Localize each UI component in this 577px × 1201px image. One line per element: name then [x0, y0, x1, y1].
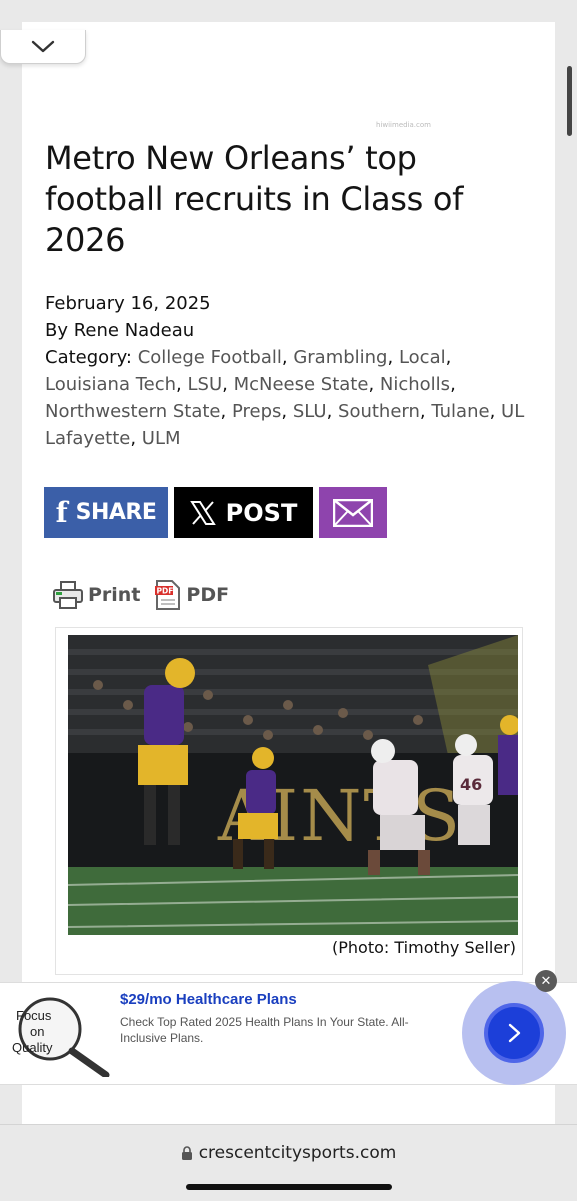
- watermark-text: hiwiimedia.com: [376, 121, 431, 129]
- article-meta: February 16, 2025 By Rene Nadeau Categor…: [45, 290, 525, 452]
- category-link[interactable]: Louisiana Tech: [45, 374, 176, 395]
- ad-description: Check Top Rated 2025 Health Plans In You…: [120, 1015, 409, 1045]
- category-link[interactable]: Northwestern State: [45, 401, 221, 422]
- share-buttons: f SHARE POST: [44, 487, 387, 538]
- category-link[interactable]: SLU: [293, 401, 327, 422]
- chevron-right-icon: [508, 1023, 521, 1043]
- category-link[interactable]: Preps: [232, 401, 281, 422]
- ad-close-button[interactable]: ✕: [535, 970, 557, 992]
- browser-address-bar: crescentcitysports.com: [0, 1124, 577, 1201]
- focus-on-quality-logo: Focus on Quality: [12, 997, 110, 1077]
- photo-caption: (Photo: Timothy Seller): [332, 938, 516, 957]
- print-tools: Print PDF PDF: [52, 580, 229, 610]
- close-icon: ✕: [540, 973, 552, 989]
- category-link[interactable]: Tulane: [431, 401, 489, 422]
- category-link[interactable]: College Football: [138, 347, 282, 368]
- address-field[interactable]: crescentcitysports.com: [0, 1143, 577, 1163]
- svg-text:on: on: [30, 1024, 44, 1039]
- email-share-button[interactable]: [319, 487, 387, 538]
- lock-icon: [181, 1145, 192, 1160]
- facebook-share-button[interactable]: f SHARE: [44, 487, 168, 538]
- status-bar-strip: [0, 0, 577, 22]
- svg-text:Focus: Focus: [16, 1008, 52, 1023]
- svg-text:Quality: Quality: [12, 1040, 53, 1055]
- football-game-image: AINTS 46: [68, 635, 518, 935]
- category-link[interactable]: Grambling: [293, 347, 387, 368]
- pdf-icon: PDF: [155, 580, 181, 610]
- category-link[interactable]: Local: [399, 347, 446, 368]
- x-post-label: POST: [225, 498, 298, 527]
- scrollbar-thumb[interactable]: [567, 66, 572, 136]
- x-post-button[interactable]: POST: [174, 487, 313, 538]
- print-label: Print: [88, 584, 141, 606]
- category-link[interactable]: Nicholls: [380, 374, 450, 395]
- svg-text:46: 46: [460, 775, 482, 794]
- print-button[interactable]: Print: [52, 580, 140, 610]
- category-link[interactable]: McNeese State: [234, 374, 369, 395]
- ad-go-inner: [484, 1003, 544, 1063]
- article-photo-frame: AINTS 46 (Photo: Timothy Seller): [55, 627, 523, 975]
- printer-icon: [53, 581, 83, 609]
- article-date: February 16, 2025: [45, 293, 211, 314]
- category-list: Category: College Football, Grambling, L…: [45, 347, 525, 449]
- chevron-down-icon: [31, 40, 55, 52]
- ad-go-button[interactable]: [462, 981, 566, 1085]
- url-text: crescentcitysports.com: [198, 1143, 397, 1163]
- category-link[interactable]: Southern: [338, 401, 420, 422]
- x-logo-icon: [189, 500, 216, 525]
- pdf-label: PDF: [186, 584, 230, 606]
- collapse-header-button[interactable]: [0, 30, 86, 64]
- category-label: Category:: [45, 347, 132, 368]
- home-indicator[interactable]: [186, 1184, 392, 1190]
- article-title: Metro New Orleans’ top football recruits…: [45, 139, 464, 259]
- category-link[interactable]: LSU: [187, 374, 222, 395]
- article-photo[interactable]: AINTS 46: [68, 635, 518, 935]
- svg-text:PDF: PDF: [157, 587, 174, 596]
- facebook-icon: f: [55, 496, 68, 529]
- article-author: By Rene Nadeau: [45, 320, 195, 341]
- ad-title[interactable]: $29/mo Healthcare Plans: [120, 991, 297, 1008]
- facebook-share-label: SHARE: [75, 500, 157, 525]
- pdf-button[interactable]: PDF PDF: [154, 580, 229, 610]
- category-link[interactable]: ULM: [142, 428, 181, 449]
- envelope-icon: [333, 498, 373, 527]
